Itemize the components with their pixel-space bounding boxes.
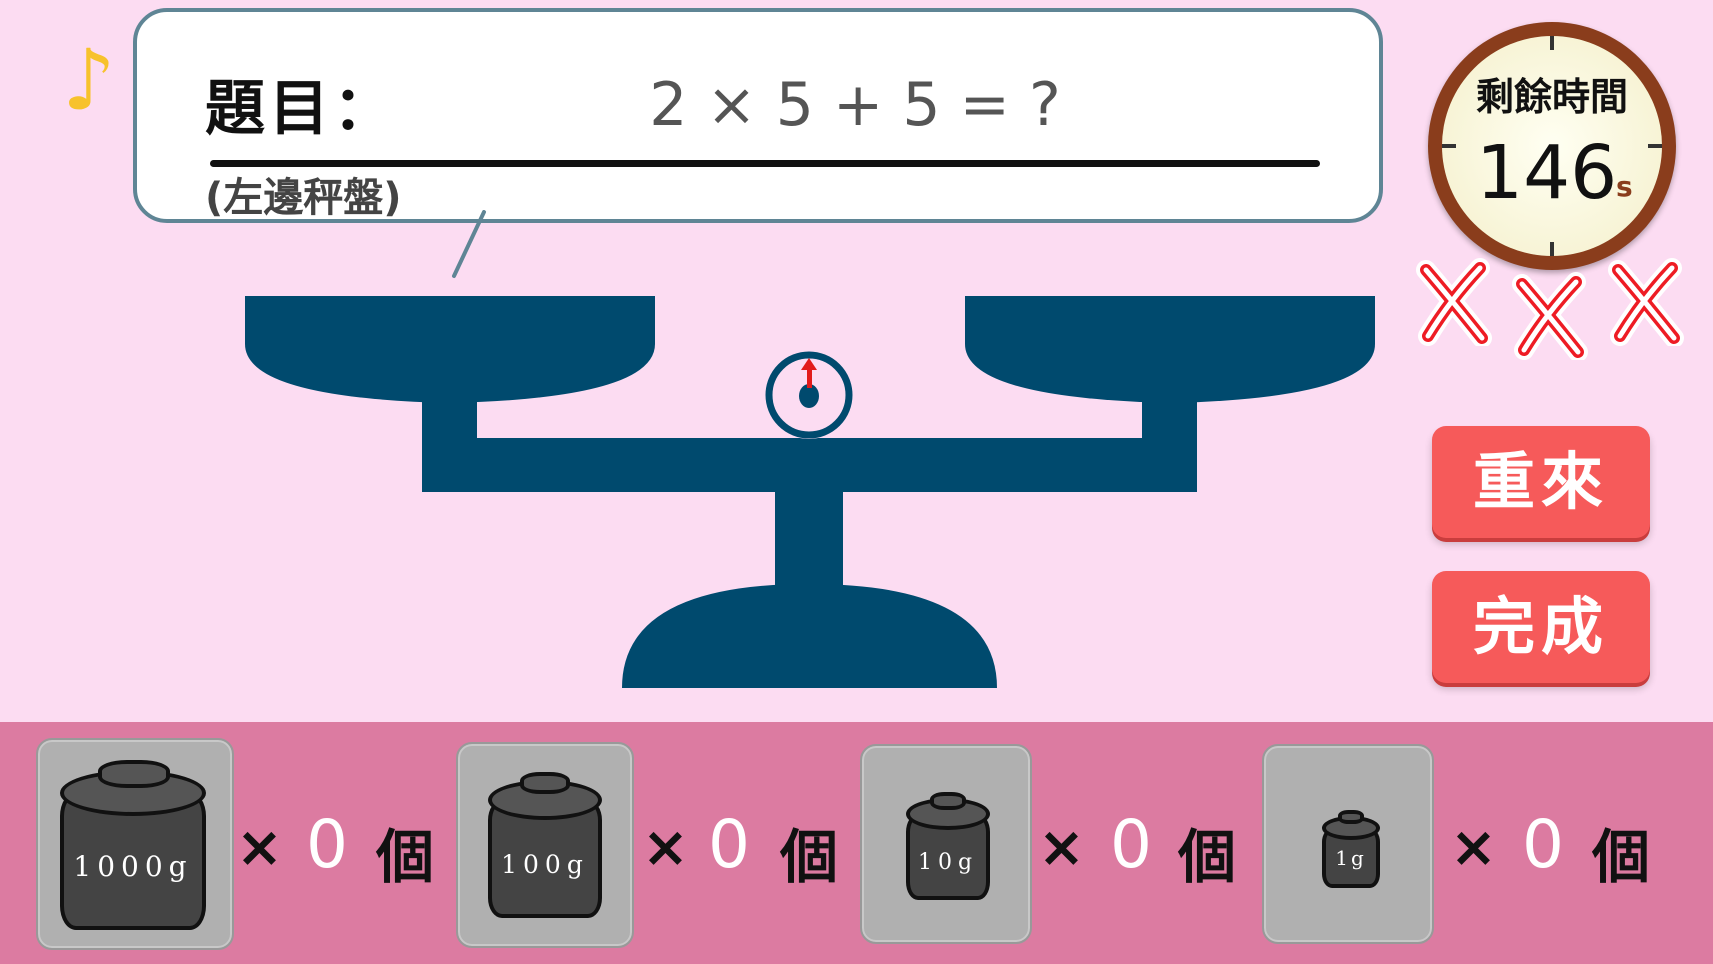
times-sign: ×: [1450, 815, 1497, 880]
red-x-icon: [1608, 258, 1684, 346]
scale-post: [775, 488, 843, 588]
question-label: 題目：: [205, 74, 397, 144]
timer-unit: s: [1616, 170, 1633, 203]
count-unit: 個: [1592, 823, 1651, 891]
red-x-icon: [1512, 272, 1588, 360]
weight-count-100g: 0: [708, 806, 750, 883]
bubble-tail: [452, 210, 486, 278]
question-expression: 2 × 5 + 5 = ?: [649, 70, 1061, 140]
red-x-icon: [1416, 258, 1492, 346]
weight-count-10g: 0: [1110, 806, 1152, 883]
weight-card-1g[interactable]: 1g: [1262, 744, 1434, 944]
music-note-icon[interactable]: ♪: [62, 38, 116, 122]
done-button[interactable]: 完成: [1432, 571, 1650, 683]
times-sign: ×: [1038, 815, 1085, 880]
weight-label-1g: 1g: [1335, 846, 1367, 870]
weight-label-100g: 100g: [501, 850, 589, 879]
timer-value: 146: [1476, 130, 1618, 216]
weight-count-1g: 0: [1522, 806, 1564, 883]
weight-label-10g: 10g: [917, 850, 979, 875]
timer-label: 剩餘時間: [1475, 75, 1628, 119]
balance-scale: [245, 296, 1375, 688]
count-unit: 個: [1178, 823, 1237, 891]
question-hint: (左邊秤盤): [205, 175, 402, 221]
count-unit: 個: [780, 823, 839, 891]
weight-card-100g[interactable]: 100g: [456, 742, 634, 948]
times-sign: ×: [236, 815, 283, 880]
weight-count-1000g: 0: [306, 806, 348, 883]
weight-label-1000g: 1000g: [73, 850, 193, 883]
reset-button[interactable]: 重來: [1432, 426, 1650, 538]
weight-card-10g[interactable]: 10g: [860, 744, 1032, 944]
weight-card-1000g[interactable]: 1000g: [36, 738, 234, 950]
count-unit: 個: [376, 823, 435, 891]
scale-beam: [422, 438, 1197, 492]
scale-base: [622, 584, 997, 688]
left-pan: [245, 296, 655, 403]
times-sign: ×: [642, 815, 689, 880]
countdown-timer: 剩餘時間 146 s: [1428, 22, 1676, 270]
right-pan: [965, 296, 1375, 403]
